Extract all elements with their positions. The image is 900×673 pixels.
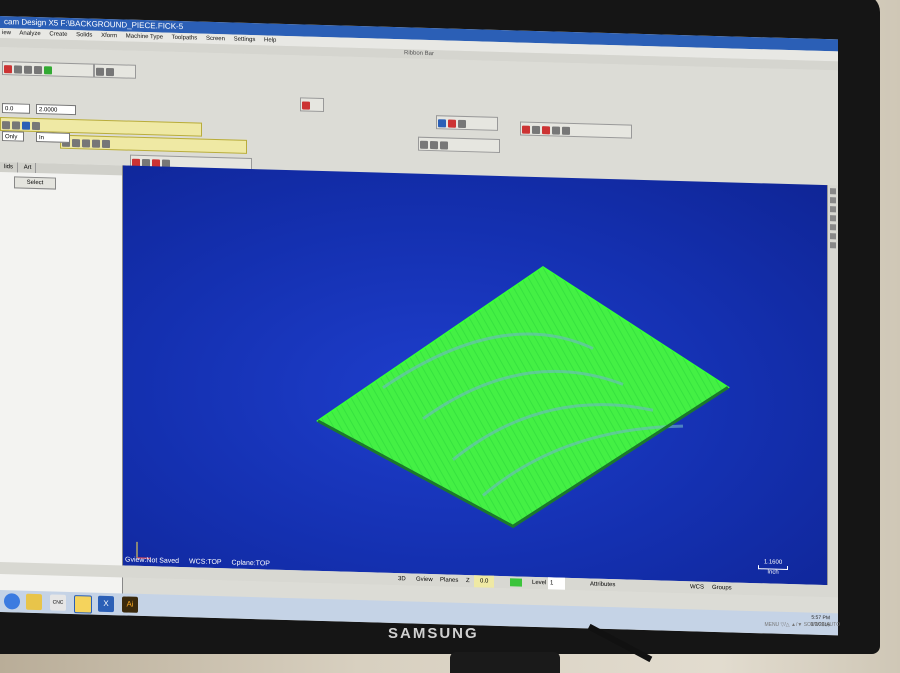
model-wireframe — [136, 265, 730, 559]
monitor-stand — [450, 652, 560, 673]
in-field[interactable]: In — [36, 132, 70, 143]
toolbar-analyze[interactable] — [418, 136, 500, 153]
only-field[interactable]: Only — [2, 131, 24, 142]
filter-icon[interactable] — [12, 121, 20, 130]
select-icon[interactable] — [32, 121, 40, 131]
globe-icon[interactable] — [438, 119, 446, 128]
solid-select-icon[interactable] — [92, 139, 100, 148]
screen: cam Design X5 F:\BACKGROUND_PIECE.FICK-5… — [0, 16, 838, 636]
scale-unit: Inch — [767, 569, 779, 576]
start-icon[interactable] — [4, 593, 20, 610]
attributes-label: Attributes — [590, 581, 616, 589]
level-field[interactable]: 1 — [548, 577, 566, 590]
mode-3d-button[interactable]: 3D — [398, 573, 406, 585]
monitor-bezel: cam Design X5 F:\BACKGROUND_PIECE.FICK-5… — [0, 0, 880, 654]
sphere-icon[interactable] — [448, 119, 456, 128]
select-button[interactable]: Select — [14, 176, 56, 190]
measure-icon[interactable] — [440, 141, 448, 150]
bulb-icon[interactable] — [420, 140, 428, 149]
panel-tabs: lids Art — [0, 162, 122, 176]
line-icon[interactable] — [14, 65, 22, 74]
cplane-label: Cplane:TOP — [231, 559, 270, 568]
monitor-brand-logo: SAMSUNG — [388, 625, 479, 642]
menu-toolpaths[interactable]: Toolpaths — [172, 35, 198, 42]
toolbar-create[interactable] — [2, 61, 94, 78]
rotate-icon[interactable] — [830, 215, 836, 222]
cnc-app-icon[interactable]: CNC — [50, 594, 66, 611]
tab-solids[interactable]: lids — [0, 162, 19, 173]
menu-help[interactable]: Help — [264, 37, 276, 43]
z-label: Z — [466, 578, 470, 585]
pointer-icon[interactable] — [22, 121, 30, 130]
front-view-icon[interactable] — [830, 242, 836, 249]
view-icon[interactable] — [458, 119, 466, 129]
toolbar-undo[interactable] — [94, 63, 136, 79]
color-swatch[interactable] — [510, 578, 522, 587]
value-field[interactable]: 2.0000 — [36, 104, 76, 116]
level-label: Level — [532, 579, 547, 587]
spline-icon[interactable] — [44, 66, 52, 75]
arc-icon[interactable] — [24, 65, 32, 74]
redo-icon[interactable] — [106, 67, 114, 77]
graphics-viewport[interactable]: Gview:Not Saved WCS:TOP Cplane:TOP 1.160… — [123, 165, 828, 586]
iso-view-icon[interactable] — [830, 224, 836, 231]
planes-button[interactable]: Planes — [440, 574, 458, 587]
delete-icon[interactable] — [542, 126, 550, 135]
toolbar-views[interactable] — [436, 115, 498, 131]
menu-solids[interactable]: Solids — [76, 32, 92, 38]
trim-icon[interactable] — [522, 125, 530, 134]
point-icon[interactable] — [4, 65, 12, 74]
shade-icon[interactable] — [302, 101, 310, 110]
wcs-label: WCS:TOP — [189, 558, 222, 567]
menu-analyze[interactable]: Analyze — [19, 31, 40, 38]
window-select-icon[interactable] — [72, 139, 80, 148]
mask-icon[interactable] — [2, 121, 10, 130]
fillet-icon[interactable] — [34, 65, 42, 75]
zoom-icon[interactable] — [830, 188, 836, 195]
toolbar-modify[interactable] — [520, 121, 632, 139]
vector-icon[interactable] — [102, 139, 110, 149]
illustrator-icon[interactable]: Ai — [122, 596, 138, 613]
monitor-buttons-label: MENU ▽/△ ▲/▼ SOURCE AUTO — [764, 622, 840, 628]
z-value-field[interactable]: 0.0 — [474, 575, 495, 588]
extend-icon[interactable] — [562, 126, 570, 135]
menu-xform[interactable]: Xform — [101, 33, 117, 39]
menu-machine-type[interactable]: Machine Type — [126, 34, 163, 41]
undo-icon[interactable] — [96, 67, 104, 76]
z-depth-field[interactable]: 0.0 — [2, 103, 30, 114]
top-view-icon[interactable] — [830, 233, 836, 240]
groups-button[interactable]: Groups — [712, 582, 732, 595]
operations-manager: lids Art Select — [0, 162, 123, 596]
axis-triad — [136, 541, 151, 559]
scale-indicator: 1.1600 Inch — [758, 559, 788, 576]
folder-icon[interactable] — [74, 595, 92, 614]
join-icon[interactable] — [552, 126, 560, 135]
menu-view[interactable]: iew — [2, 30, 11, 36]
menu-create[interactable]: Create — [49, 31, 67, 38]
toolbar-selection[interactable] — [0, 117, 202, 137]
gview-button[interactable]: Gview — [416, 574, 433, 586]
toolpath-hatch — [318, 267, 728, 527]
menu-settings[interactable]: Settings — [234, 37, 256, 44]
tab-art[interactable]: Art — [19, 162, 37, 174]
toolbar-general-selection[interactable] — [60, 134, 247, 154]
right-toolbar — [827, 185, 838, 586]
chain-icon[interactable] — [82, 139, 90, 148]
analyze-icon[interactable] — [430, 141, 438, 150]
break-icon[interactable] — [532, 125, 540, 135]
explorer-icon[interactable] — [26, 593, 42, 611]
mastercam-icon[interactable]: X — [98, 595, 114, 613]
fit-icon[interactable] — [830, 197, 836, 204]
wcs-button[interactable]: WCS — [690, 581, 704, 593]
gview-label: Gview:Not Saved — [125, 556, 180, 566]
toolbar-shade[interactable] — [300, 97, 324, 113]
menu-screen[interactable]: Screen — [206, 36, 225, 43]
pan-icon[interactable] — [830, 206, 836, 213]
